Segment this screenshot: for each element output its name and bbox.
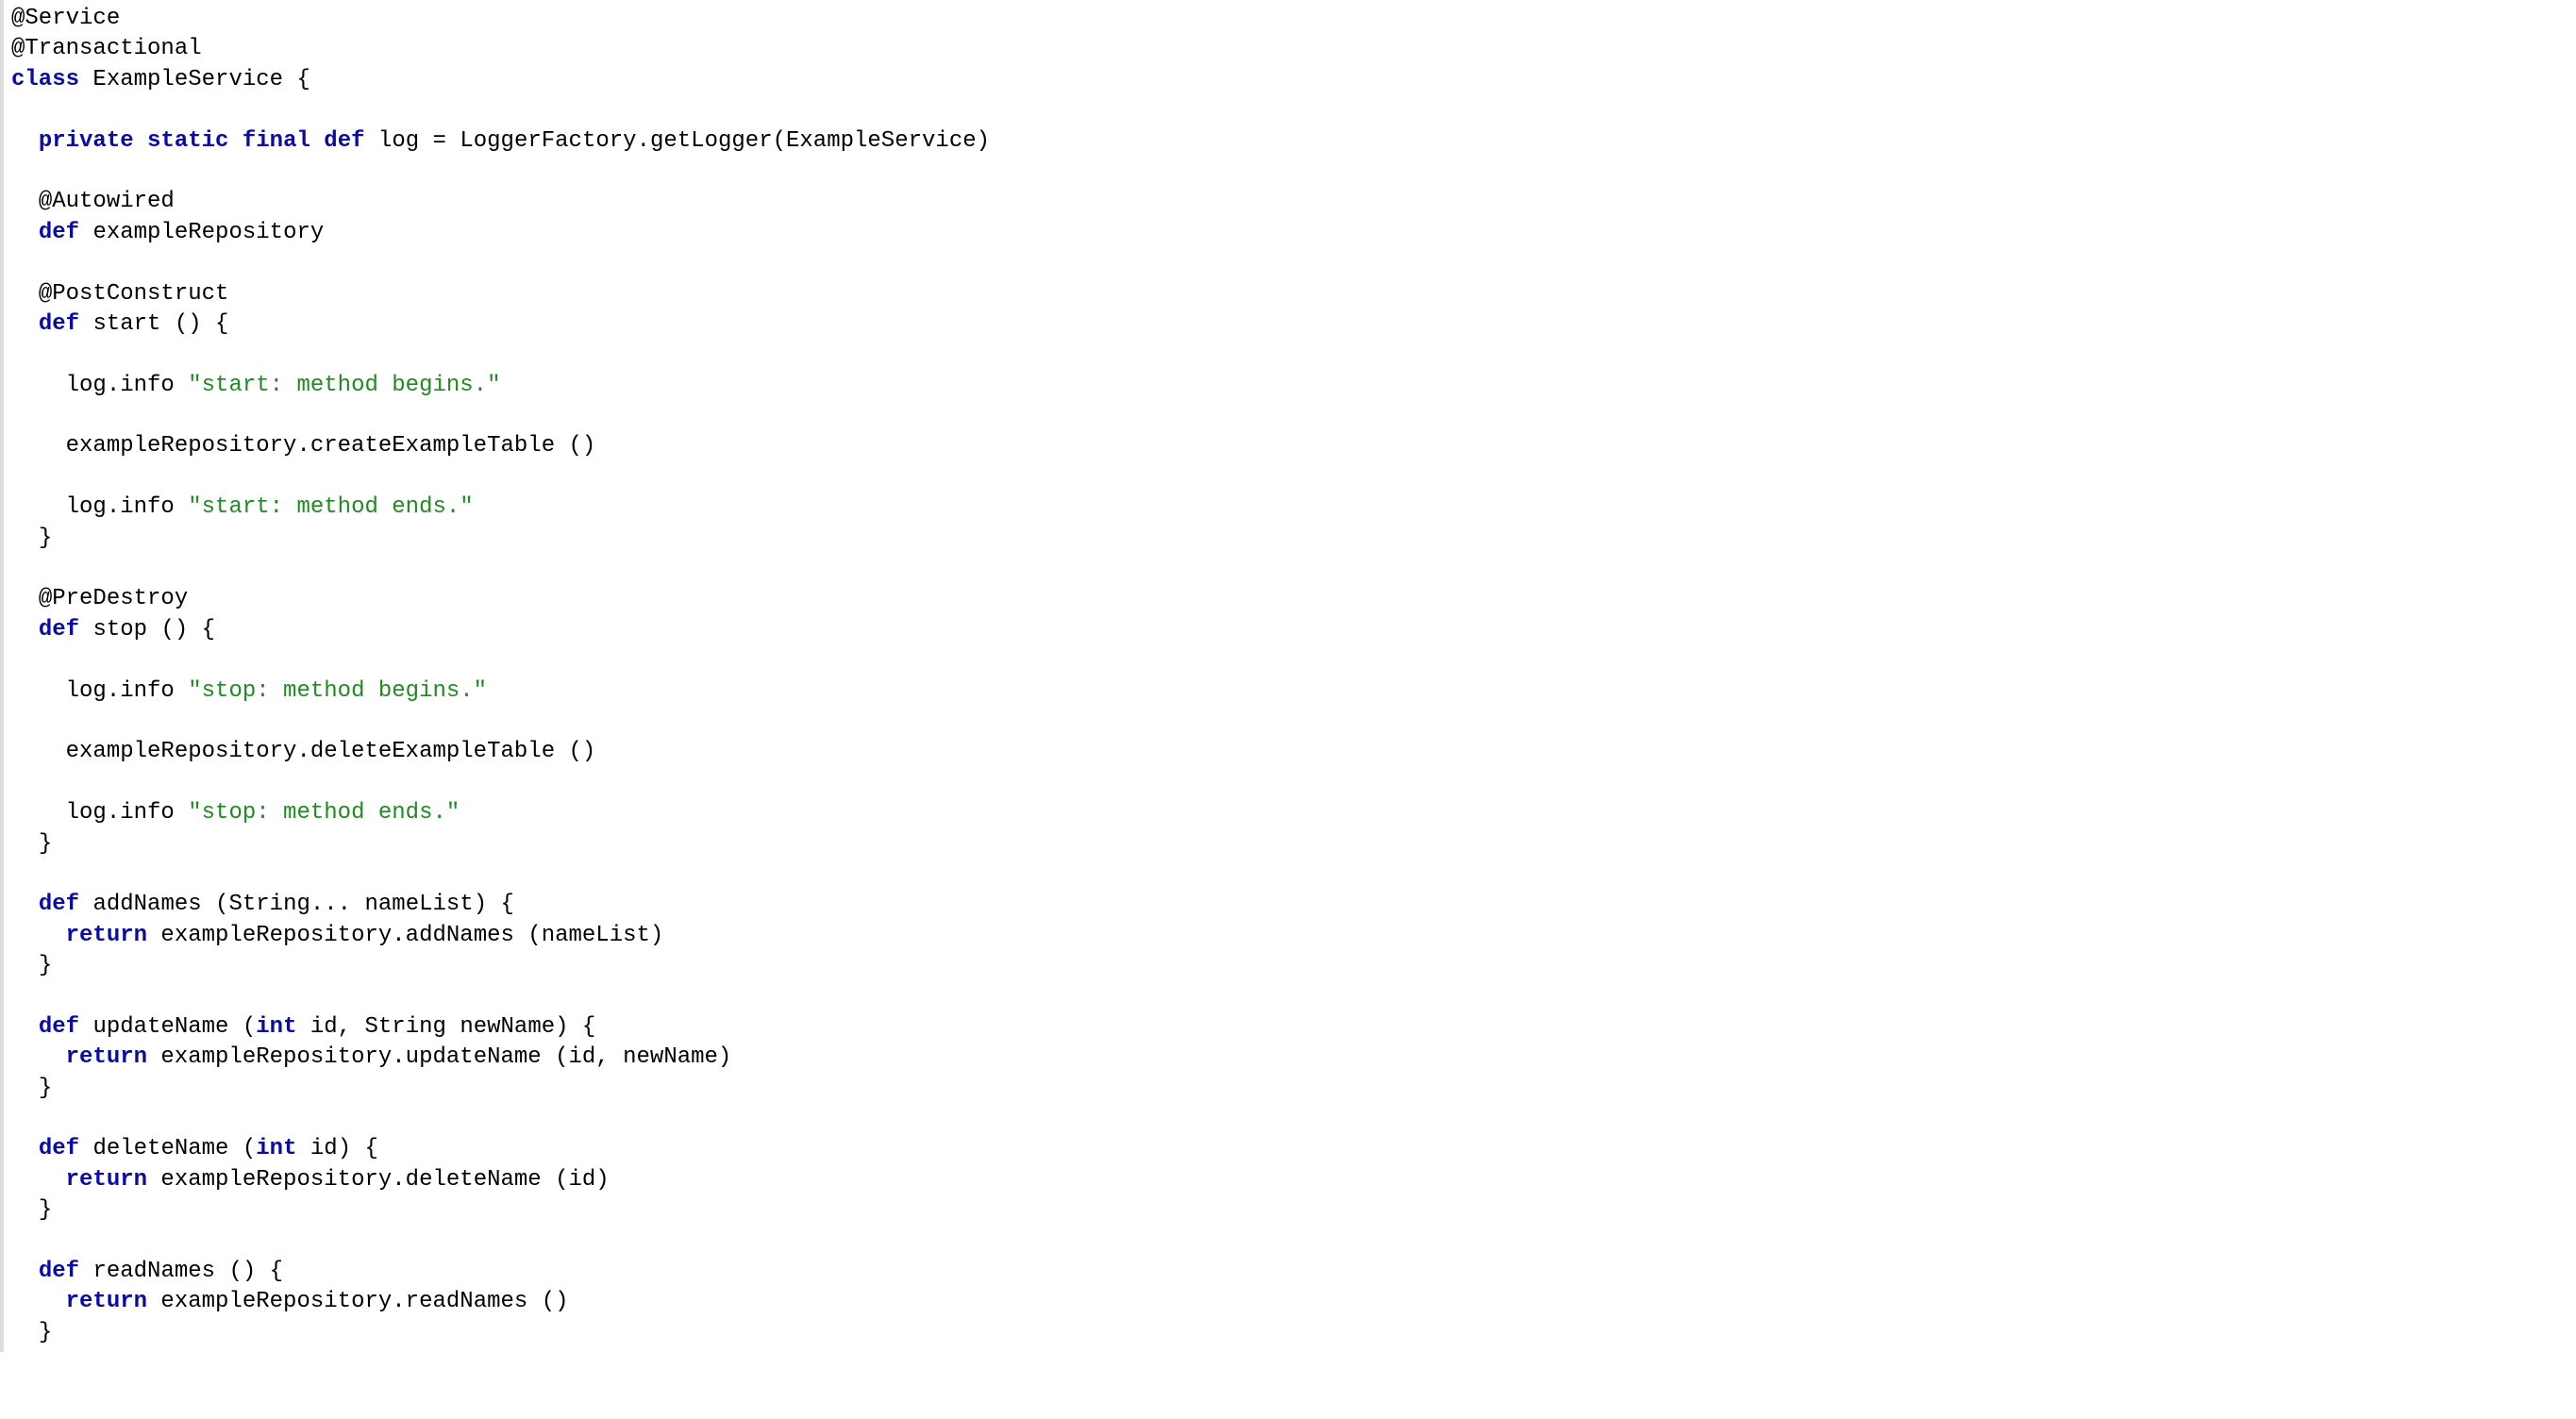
class-name: ExampleService [92,67,283,92]
keyword-final: final [243,128,310,154]
keyword-def: def [39,311,79,337]
deletename-return: exampleRepository.deleteName (id) [147,1167,610,1193]
log-declaration: log = LoggerFactory.getLogger(ExampleSer… [378,128,990,154]
keyword-def: def [39,1136,79,1161]
brace-close: } [39,953,52,978]
keyword-int: int [256,1136,296,1161]
start-signature: start () { [92,311,228,337]
annotation-postconstruct: @PostConstruct [39,281,229,307]
keyword-def: def [39,892,79,917]
keyword-return: return [66,1289,147,1314]
keyword-return: return [66,1167,147,1193]
keyword-int: int [256,1014,296,1040]
keyword-def: def [39,1259,79,1284]
updatename-mid: id, String newName) { [296,1014,595,1040]
updatename-return: exampleRepository.updateName (id, newNam… [147,1044,731,1070]
keyword-private: private [39,128,134,154]
start-log1-string: "start: method begins." [188,373,500,398]
stop-log1-string: "stop: method begins." [188,678,487,704]
brace-close: } [39,526,52,551]
readnames-return: exampleRepository.readNames () [147,1289,568,1314]
start-body: exampleRepository.createExampleTable () [66,433,596,459]
annotation-predestroy: @PreDestroy [39,586,188,611]
brace-close: } [39,1197,52,1223]
brace-close: } [39,1076,52,1101]
annotation-autowired: @Autowired [39,189,175,214]
annotation-service: @Service [11,6,120,31]
stop-log2-string: "stop: method ends." [188,800,460,826]
deletename-mid: id) { [296,1136,377,1161]
annotation-transactional: @Transactional [11,36,202,61]
keyword-return: return [66,1044,147,1070]
keyword-def: def [39,617,79,643]
addnames-signature: addNames (String... nameList) { [92,892,513,917]
stop-body: exampleRepository.deleteExampleTable () [66,739,596,764]
updatename-pre: updateName ( [92,1014,256,1040]
keyword-class: class [11,67,79,92]
addnames-return: exampleRepository.addNames (nameList) [147,923,663,948]
stop-log2-call: log.info [66,800,189,826]
brace-close: } [39,1320,52,1345]
stop-signature: stop () { [92,617,215,643]
code-block: @Service @Transactional class ExampleSer… [0,0,2576,1352]
readnames-signature: readNames () { [92,1259,283,1284]
keyword-static: static [147,128,228,154]
keyword-def: def [39,220,79,245]
keyword-def: def [324,128,364,154]
brace-open: { [296,67,309,92]
start-log2-call: log.info [66,494,189,520]
keyword-def: def [39,1014,79,1040]
stop-log1-call: log.info [66,678,189,704]
start-log1-call: log.info [66,373,189,398]
brace-close: } [39,831,52,857]
start-log2-string: "start: method ends." [188,494,473,520]
repo-field: exampleRepository [92,220,324,245]
deletename-pre: deleteName ( [92,1136,256,1161]
keyword-return: return [66,923,147,948]
